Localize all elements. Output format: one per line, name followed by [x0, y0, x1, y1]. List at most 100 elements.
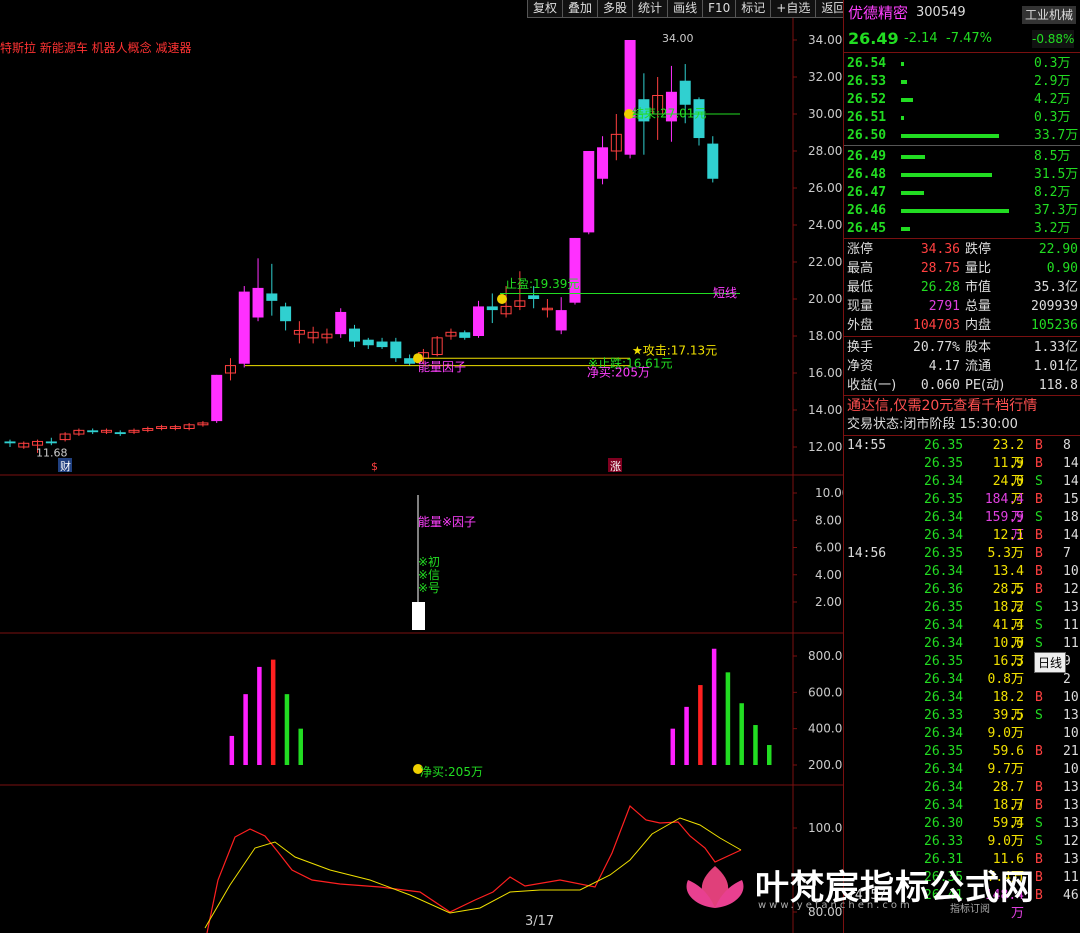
ask-volume: 33.7万: [1034, 128, 1079, 143]
industry-button[interactable]: 工业机械: [1022, 6, 1076, 24]
stat-label: 流通: [965, 359, 992, 374]
tick-count: 14: [1063, 456, 1079, 471]
candle-body: [362, 339, 374, 346]
tick-count: 13: [1063, 780, 1079, 795]
tick-count: 7: [1063, 546, 1071, 561]
macd-bar: [684, 706, 689, 765]
stat-label: PE(动): [965, 378, 1005, 393]
tick-price: 26.34: [924, 798, 964, 813]
bid-price: 26.47: [847, 185, 887, 200]
tick-count: 13: [1063, 708, 1079, 723]
macd-bar: [229, 735, 235, 765]
tick-count: 13: [1063, 600, 1079, 615]
promo-link[interactable]: 通达信,仅需20元查看千档行情: [847, 397, 1037, 415]
macd-ytick-label: 200.0: [808, 758, 842, 772]
stat-label: 总量: [965, 299, 992, 314]
stat-row: 最低 26.28 市值 35.3亿: [844, 279, 1080, 297]
tick-row: 26.34 10.0万 S 11: [844, 635, 1080, 669]
vol-energy-label: 能量※因子: [418, 515, 476, 529]
trade-state: 交易状态:闭市阶段 15:30:00: [847, 417, 1018, 432]
stat-value: 1.33亿: [1033, 340, 1078, 355]
tick-volume: 9.0万: [987, 834, 1024, 849]
low-label: 11.68: [36, 446, 68, 459]
current-price: 26.49: [848, 29, 899, 48]
tick-price: 26.35: [924, 456, 964, 471]
candle-body: [211, 374, 223, 422]
net-buy2-label: 净买:205万: [420, 765, 483, 779]
energy-label: 能量因子: [418, 360, 466, 374]
main-ytick-label: 14.00: [808, 403, 842, 417]
bid-row: 26.47 8.2万: [844, 184, 1080, 202]
stat-value: 4.17: [928, 359, 960, 374]
tick-side: B: [1035, 582, 1043, 597]
tick-count: 13: [1063, 852, 1079, 867]
candle-body: [45, 441, 57, 444]
main-ytick-label: 34.00: [808, 33, 842, 47]
tick-side: B: [1035, 546, 1043, 561]
stat-row: 收益(一) 0.060 PE(动) 118.8: [844, 377, 1080, 395]
macd-ytick-label: 800.0: [808, 649, 842, 663]
vol-ytick-label: 4.00: [815, 568, 842, 582]
tick-price: 26.34: [924, 726, 964, 741]
vol-ytick-label: 6.00: [815, 541, 842, 555]
vol-ytick-label: 2.00: [815, 595, 842, 609]
tick-row: 26.34 18.2万 B 10: [844, 689, 1080, 723]
tick-count: 11: [1063, 618, 1079, 633]
stock-name: 优德精密: [848, 4, 909, 22]
bid-volume: 3.2万: [1034, 221, 1071, 236]
tick-row: 26.34 18.7万 B 13: [844, 797, 1080, 831]
tick-count: 12: [1063, 834, 1079, 849]
bid-bar: [901, 209, 1009, 213]
tick-row: 26.34 13.4万 B 10: [844, 563, 1080, 597]
candle-body: [238, 291, 250, 364]
main-ytick-label: 12.00: [808, 440, 842, 454]
chart-canvas[interactable]: 34.00 32.00 30.00 28.00 26.00 24.00 22.00 20.00…: [0, 0, 843, 933]
candle-body: [459, 332, 471, 338]
main-ytick-label: 18.00: [808, 329, 842, 343]
tick-count: 14: [1063, 528, 1079, 543]
ask-row: 26.52 4.2万: [844, 91, 1080, 109]
tick-price: 26.34: [924, 564, 964, 579]
tick-count: 21: [1063, 744, 1079, 759]
macd-bar: [257, 666, 262, 765]
candle-body: [679, 80, 691, 105]
ask-volume: 2.9万: [1034, 74, 1071, 89]
bid-volume: 8.5万: [1034, 149, 1071, 164]
tick-side: B: [1035, 690, 1043, 705]
tick-side: B: [1035, 798, 1043, 813]
candle-body: [528, 295, 540, 299]
stat-value: 104703: [913, 318, 960, 333]
tick-price: 26.34: [924, 690, 964, 705]
candle-body: [583, 151, 595, 233]
vol-signal-text: ※信: [418, 568, 440, 582]
watermark: 叶梵宸指标公式网 www.yefanchen.com 指标订阅: [680, 850, 1060, 930]
attack-label: ★攻击:17.13元: [632, 344, 717, 358]
tick-row: 14:55 26.35 23.2万 B 8: [844, 437, 1080, 471]
main-ytick-label: 16.00: [808, 366, 842, 380]
tick-row: 26.30 59.4万 S 13: [844, 815, 1080, 849]
tick-price: 26.34: [924, 528, 964, 543]
tick-time: 14:55: [847, 438, 887, 453]
marker-s: $: [371, 460, 378, 473]
candle-body: [473, 306, 485, 336]
stat-label: 净资: [847, 359, 874, 374]
candle-body: [390, 341, 402, 359]
price-change-pct: -7.47%: [946, 31, 992, 46]
tick-count: 11: [1063, 636, 1079, 651]
tick-count: 13: [1063, 816, 1079, 831]
stat-value: 0.060: [920, 378, 960, 393]
stat-label: 最高: [847, 261, 874, 276]
bid-row: 26.48 31.5万: [844, 166, 1080, 184]
tick-row: 26.34 0.8万 2: [844, 671, 1080, 689]
chart-area[interactable]: 特斯拉 新能源车 机器人概念 减速器 34.00 32.00 30.00 28.00 2…: [0, 0, 843, 933]
main-ytick-label: 30.00: [808, 107, 842, 121]
stat-row: 涨停 34.36 跌停 22.90: [844, 241, 1080, 259]
macd-bar: [670, 728, 676, 765]
bid-price: 26.48: [847, 167, 887, 182]
tick-price: 26.35: [924, 546, 964, 561]
candle-body: [486, 306, 498, 311]
tick-volume: 9.7万: [987, 762, 1024, 777]
tick-price: 26.33: [924, 834, 964, 849]
tick-row: 26.34 9.0万 10: [844, 725, 1080, 743]
ask-price: 26.51: [847, 110, 887, 125]
